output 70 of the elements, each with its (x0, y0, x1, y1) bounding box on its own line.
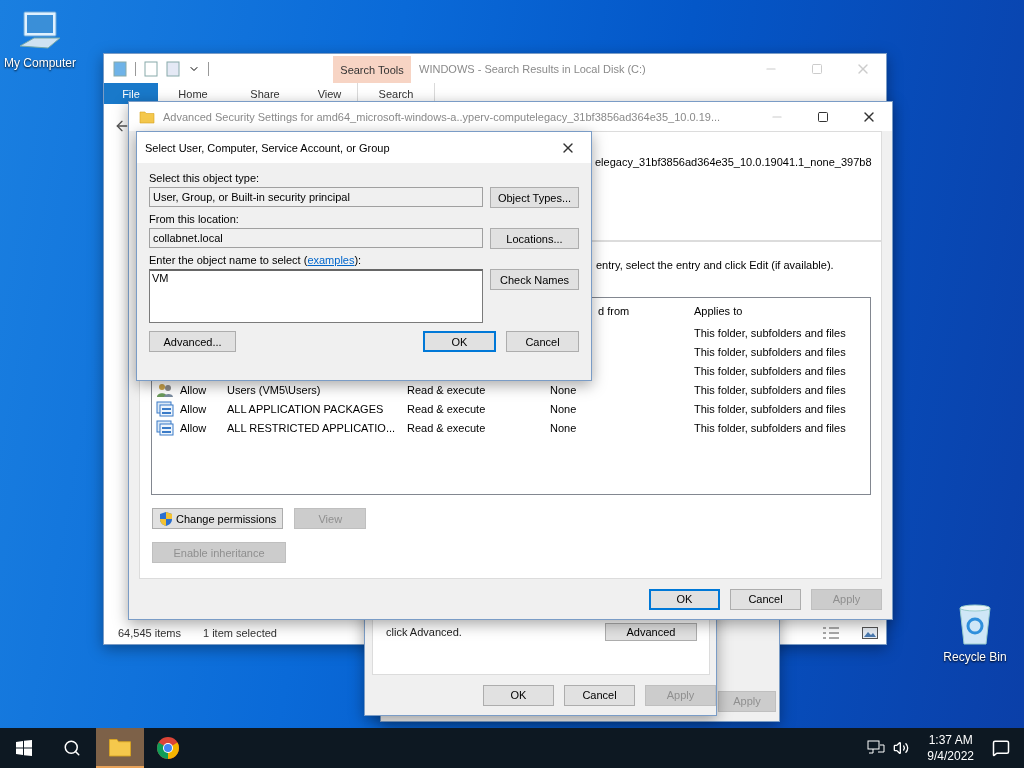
check-names-button[interactable]: Check Names (490, 269, 579, 290)
table-cell: Read & execute (407, 421, 486, 434)
app-package-icon (156, 419, 174, 436)
status-text: 64,545 items (118, 626, 181, 639)
window-title: Advanced Security Settings for amd64_microsoft-windows-a..yperv-computelegacy_31bf3856ad364e35_10.0.19... (162, 110, 721, 123)
desktop-icon-label[interactable]: My Computer (4, 56, 76, 70)
chrome-icon (156, 736, 180, 760)
table-cell: This folder, subfolders and files (694, 326, 846, 339)
search-icon (63, 739, 81, 757)
object-name-field[interactable]: VM (149, 269, 483, 323)
computer-icon (18, 10, 62, 52)
window-title: WINDOWS - Search Results in Local Disk (C:) (418, 62, 646, 75)
dialog-button[interactable]: Cancel (564, 684, 635, 706)
field-label: From this location: (149, 213, 240, 225)
dialog-button[interactable]: OK (423, 331, 496, 352)
object-types-button[interactable]: Object Types... (490, 187, 579, 208)
object-name-text: elegacy_31bf3856ad364e35_10.0.19041.1_none_397b8 (595, 156, 872, 168)
table-cell: Allow (180, 421, 207, 434)
table-cell: This folder, subfolders and files (694, 402, 846, 415)
speaker-icon[interactable] (893, 740, 910, 756)
context-tab-header: Search Tools (333, 56, 411, 83)
details-view-icon[interactable] (822, 626, 840, 639)
ribbon-tab[interactable]: Share (228, 83, 302, 104)
users-icon (156, 381, 174, 398)
dialog-button[interactable]: Cancel (506, 331, 579, 352)
instructions-text: entry, select the entry and click Edit (if available). (596, 259, 834, 271)
location-field: collabnet.local (149, 228, 483, 248)
table-cell: Allow (180, 402, 207, 415)
network-icon[interactable] (867, 740, 886, 756)
table-cell: This folder, subfolders and files (694, 421, 846, 434)
table-cell: Read & execute (407, 383, 486, 396)
table-cell: Read & execute (407, 402, 486, 415)
dialog-title: Select User, Computer, Service Account, or Group (144, 141, 390, 154)
table-cell: None (550, 383, 577, 396)
object-type-field: User, Group, or Built-in security principal (149, 187, 483, 207)
notifications-icon[interactable] (992, 739, 1010, 757)
folder-icon (139, 108, 155, 125)
windows-logo-icon (16, 740, 32, 756)
app-package-icon (156, 400, 174, 417)
ribbon-tab[interactable]: View (302, 83, 357, 104)
advanced-note: click Advanced. (386, 626, 462, 638)
column-header[interactable]: Applies to (692, 304, 870, 317)
table-cell: Allow (180, 383, 207, 396)
back-arrow-icon[interactable] (114, 118, 130, 134)
shield-icon (159, 510, 173, 527)
clock-time[interactable]: 1:37 AM (928, 732, 973, 748)
table-cell: This folder, subfolders and files (694, 364, 846, 377)
table-cell: ALL RESTRICTED APPLICATIO... (227, 421, 396, 434)
field-label: Select this object type: (149, 172, 261, 184)
dialog-button[interactable]: OK (483, 684, 554, 706)
table-cell: This folder, subfolders and files (694, 345, 846, 358)
action-button[interactable]: Change permissions (152, 508, 284, 529)
table-cell: None (550, 421, 577, 434)
table-cell: None (550, 402, 577, 415)
status-text: 1 item selected (203, 626, 277, 639)
dialog-button[interactable]: Cancel (730, 588, 801, 610)
thumbnail-view-icon[interactable] (862, 626, 878, 639)
table-cell: Users (VM5\Users) (227, 383, 321, 396)
table-cell: ALL APPLICATION PACKAGES (227, 402, 384, 415)
table-cell: This folder, subfolders and files (694, 383, 846, 396)
locations-button[interactable]: Locations... (490, 228, 579, 249)
clock-date[interactable]: 9/4/2022 (927, 748, 974, 764)
advanced-button[interactable]: Advanced (605, 623, 697, 641)
dialog-button[interactable]: OK (649, 588, 720, 610)
desktop-icon-label[interactable]: Recycle Bin (943, 650, 1007, 664)
field-label: Enter the object name to select (examples): (149, 254, 363, 266)
advanced-button[interactable]: Advanced... (149, 331, 236, 352)
examples-link[interactable]: examples (307, 254, 355, 266)
ribbon-tab[interactable]: Home (158, 83, 228, 104)
recycle-bin-icon (956, 602, 994, 646)
